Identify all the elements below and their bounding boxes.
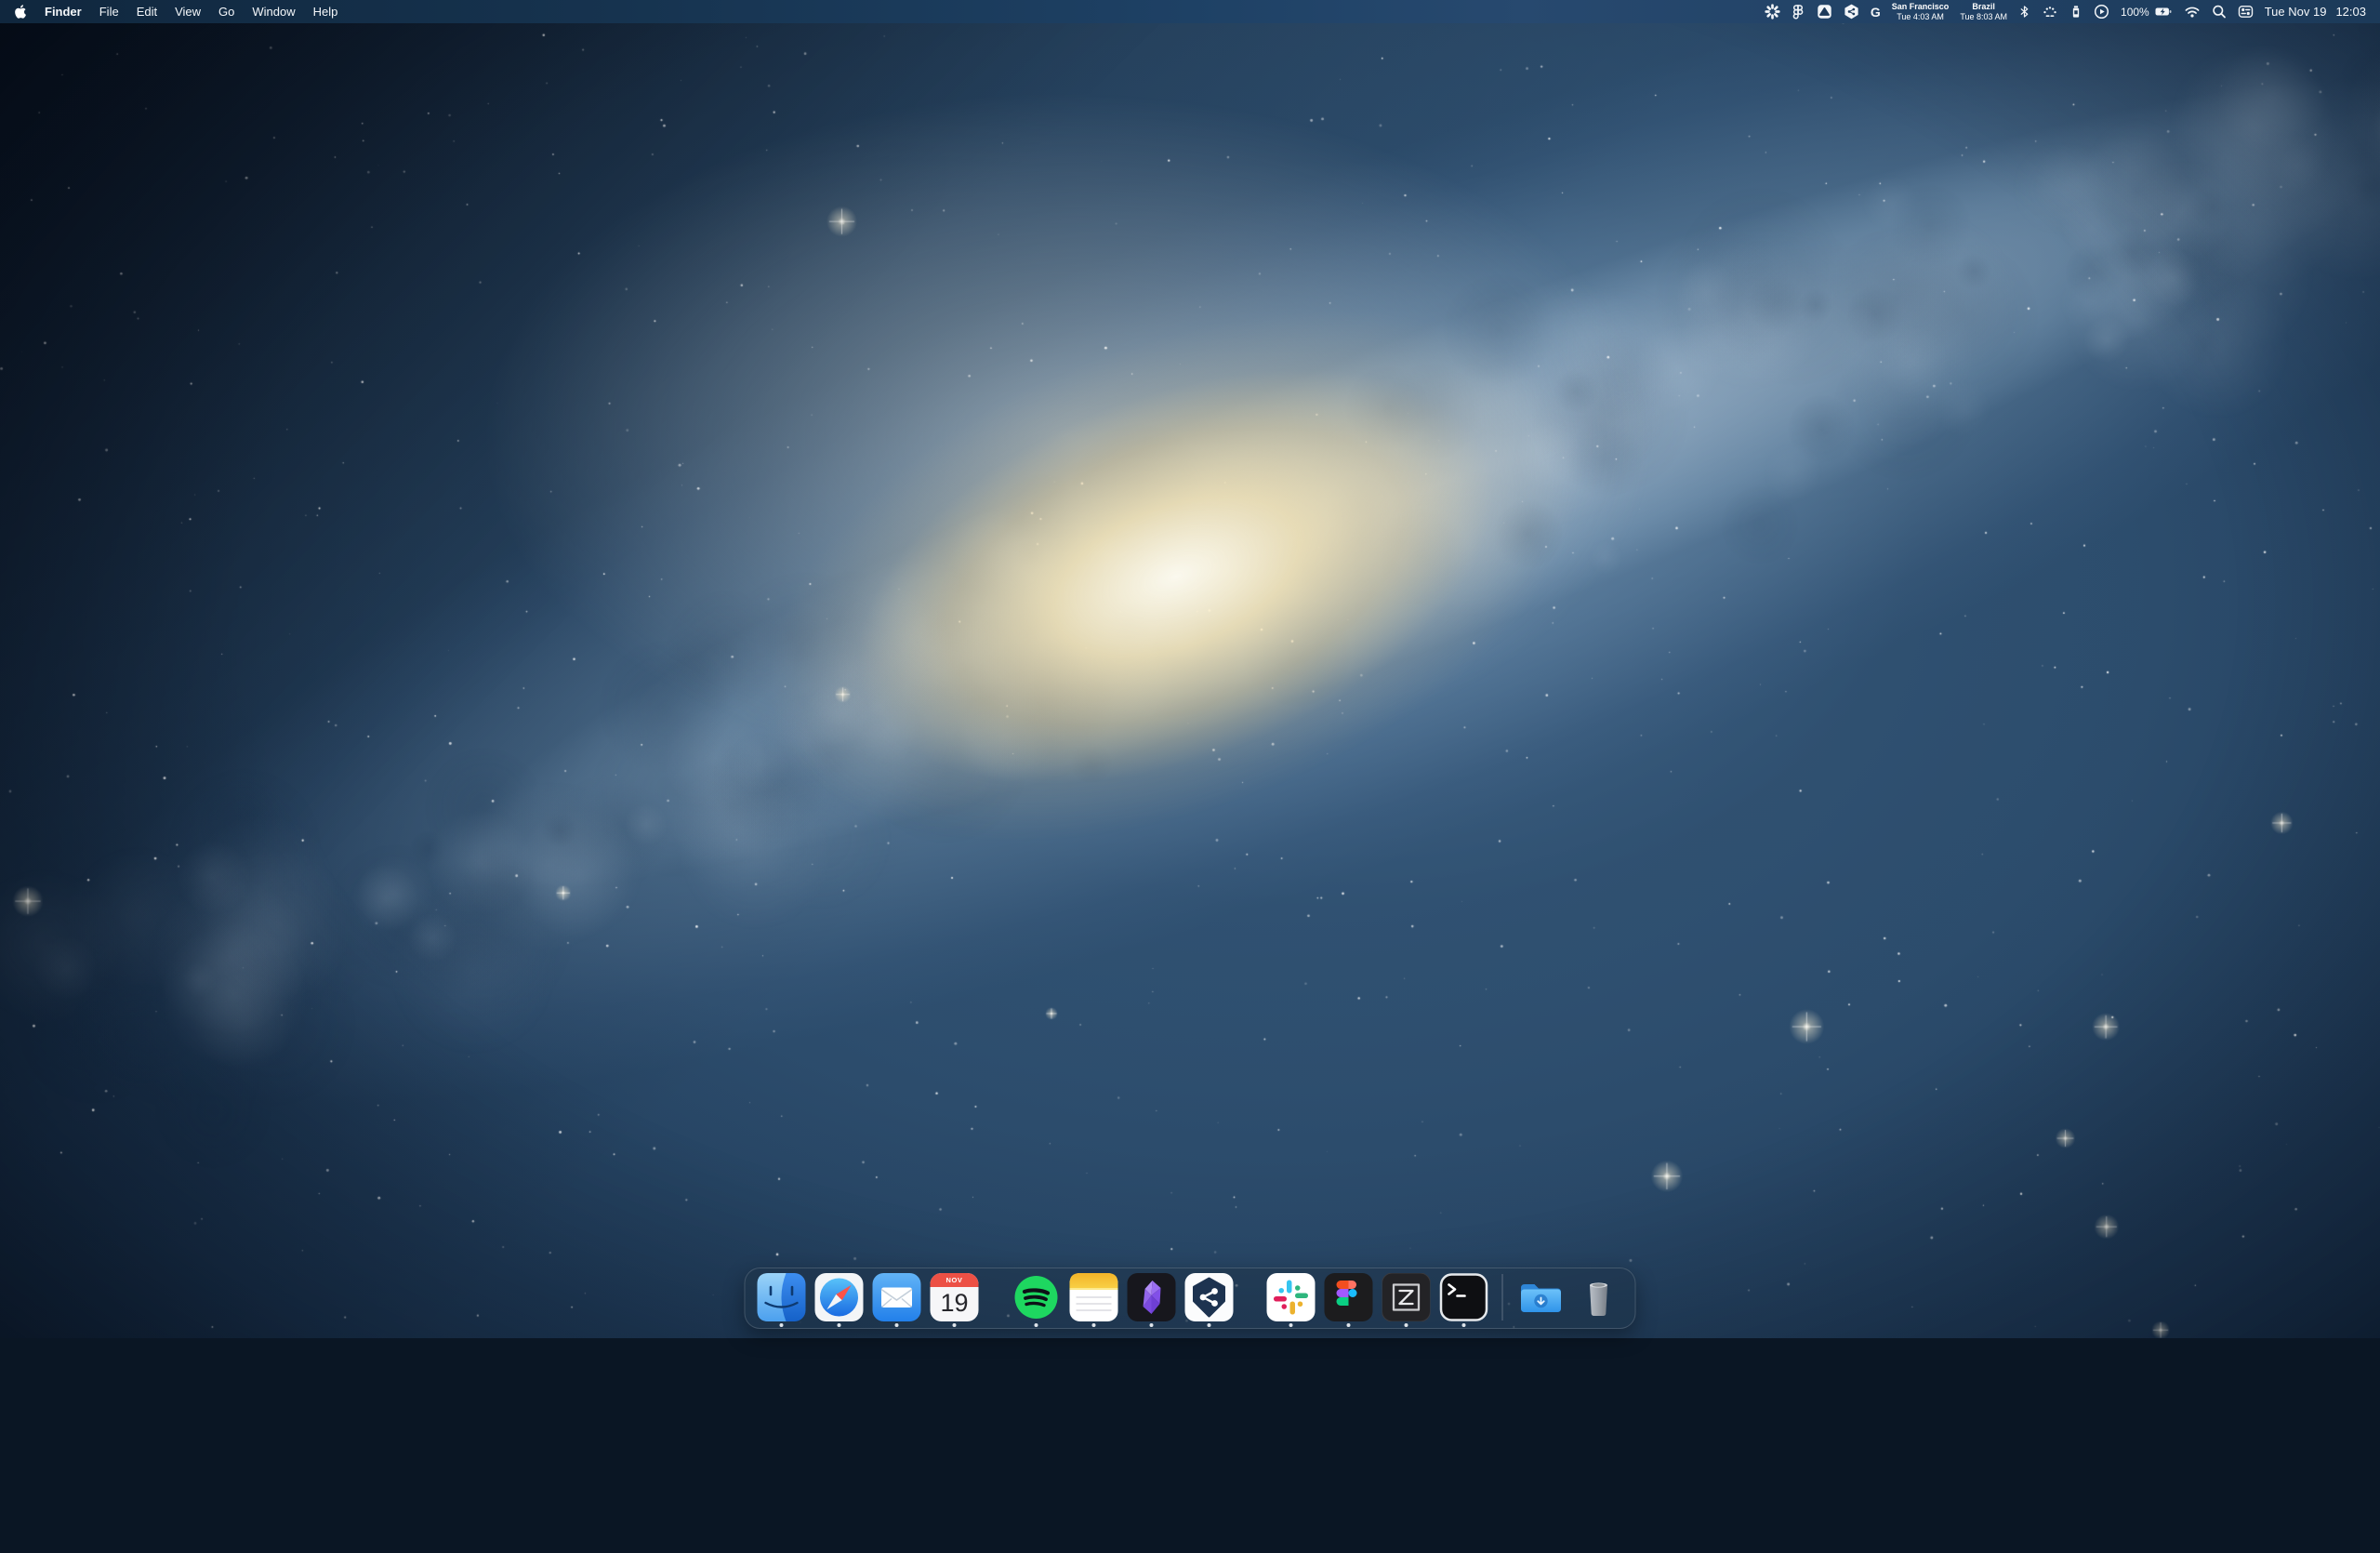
notes-icon (1070, 1273, 1118, 1321)
dock-spacer (1238, 1273, 1263, 1321)
triangle-app-status-item[interactable] (1817, 0, 1832, 23)
menu-item-edit[interactable]: Edit (137, 5, 157, 19)
safari-icon (815, 1273, 864, 1321)
calendar-icon: NOV 19 (931, 1273, 979, 1321)
running-indicator (1150, 1323, 1154, 1327)
wifi-icon (2184, 4, 2201, 20)
menu-bar-time: 12:03 (2335, 5, 2366, 19)
dock-background: NOV 19 (745, 1268, 1636, 1329)
bluetooth-icon (2018, 4, 2030, 20)
pill-bottle-status-item[interactable] (2069, 0, 2082, 23)
menu-bar-date: Tue Nov 19 (2265, 5, 2327, 19)
menu-item-file[interactable]: File (99, 5, 119, 19)
dock-spacer (984, 1273, 1008, 1321)
menu-item-go[interactable]: Go (218, 5, 234, 19)
g-icon: G (1871, 6, 1881, 19)
world-clock-san-francisco[interactable]: San Francisco Tue 4:03 AM (1892, 2, 1950, 20)
apple-icon (13, 4, 27, 20)
dock: NOV 19 (745, 1268, 1636, 1329)
dock-item-notes[interactable] (1070, 1273, 1118, 1327)
hexagon-share-app-icon (1185, 1273, 1234, 1321)
world-clock-time: Tue 8:03 AM (1960, 12, 2007, 21)
obsidian-icon (1128, 1273, 1176, 1321)
running-indicator (1289, 1323, 1293, 1327)
now-playing-icon (2094, 4, 2109, 20)
mail-icon (873, 1273, 921, 1321)
dock-item-hexagon-share-app[interactable] (1185, 1273, 1234, 1327)
dock-item-slack[interactable] (1267, 1273, 1316, 1327)
dock-item-downloads[interactable] (1517, 1273, 1566, 1327)
running-indicator (895, 1323, 899, 1327)
figma-icon (1325, 1273, 1373, 1321)
world-clock-brazil[interactable]: Brazil Tue 8:03 AM (1960, 2, 2007, 20)
starburst-icon (1765, 4, 1780, 20)
zed-icon (1382, 1273, 1431, 1321)
spotify-icon (1012, 1273, 1061, 1321)
running-indicator (953, 1323, 957, 1327)
spotlight-status-item[interactable] (2212, 0, 2227, 23)
running-indicator (780, 1323, 784, 1327)
running-indicator (1347, 1323, 1351, 1327)
dock-item-figma[interactable] (1325, 1273, 1373, 1327)
menu-bar-left: Finder File Edit View Go Window Help (13, 0, 337, 23)
dock-item-safari[interactable] (815, 1273, 864, 1327)
control-center-icon (2238, 4, 2254, 20)
menu-item-help[interactable]: Help (313, 5, 338, 19)
world-clock-city: San Francisco (1892, 2, 1950, 11)
running-indicator (1092, 1323, 1096, 1327)
menu-bar: Finder File Edit View Go Window Help (0, 0, 2380, 23)
running-indicator (1405, 1323, 1408, 1327)
hexagon-share-status-item[interactable] (1844, 0, 1859, 23)
battery-percent: 100% (2121, 6, 2149, 19)
menu-item-window[interactable]: Window (252, 5, 295, 19)
running-indicator (1035, 1323, 1038, 1327)
calendar-month: NOV (931, 1273, 979, 1287)
figma-status-item[interactable] (1792, 0, 1805, 23)
dock-item-terminal[interactable] (1440, 1273, 1488, 1327)
menu-item-finder[interactable]: Finder (45, 5, 82, 19)
menu-item-view[interactable]: View (175, 5, 201, 19)
dots-arc-status-item[interactable] (2042, 0, 2058, 23)
dock-item-mail[interactable] (873, 1273, 921, 1327)
now-playing-status-item[interactable] (2094, 0, 2109, 23)
dock-item-zed[interactable] (1382, 1273, 1431, 1327)
menu-bar-status: G San Francisco Tue 4:03 AM Brazil Tue 8… (1765, 0, 2366, 23)
world-clock-time: Tue 4:03 AM (1897, 12, 1944, 21)
hexagon-share-icon (1844, 4, 1859, 20)
menu-bar-clock[interactable]: Tue Nov 19 12:03 (2265, 5, 2366, 19)
wallpaper-vignette (0, 0, 2380, 1338)
triangle-app-icon (1817, 4, 1832, 20)
running-indicator (838, 1323, 841, 1327)
running-indicator (1462, 1323, 1466, 1327)
world-clock-city: Brazil (1972, 2, 1995, 11)
control-center-status-item[interactable] (2238, 0, 2254, 23)
terminal-icon (1440, 1273, 1488, 1321)
bluetooth-status-item[interactable] (2018, 0, 2030, 23)
running-indicator (1208, 1323, 1211, 1327)
dock-item-finder[interactable] (758, 1273, 806, 1327)
calendar-day: 19 (931, 1287, 979, 1321)
starburst-status-item[interactable] (1765, 0, 1780, 23)
wifi-status-item[interactable] (2184, 0, 2201, 23)
dock-separator (1502, 1274, 1503, 1321)
pill-bottle-icon (2069, 4, 2082, 20)
downloads-folder-icon (1517, 1273, 1566, 1321)
apple-menu[interactable] (13, 0, 27, 23)
trash-icon (1575, 1273, 1623, 1321)
battery-charging-icon (2154, 4, 2173, 20)
slack-icon (1267, 1273, 1316, 1321)
dock-item-spotify[interactable] (1012, 1273, 1061, 1327)
dots-arc-icon (2042, 4, 2058, 20)
dock-item-obsidian[interactable] (1128, 1273, 1176, 1327)
finder-icon (758, 1273, 806, 1321)
figma-icon (1792, 4, 1805, 20)
g-app-status-item[interactable]: G (1871, 0, 1881, 23)
battery-status-item[interactable]: 100% (2121, 4, 2173, 20)
dock-item-trash[interactable] (1575, 1273, 1623, 1327)
desktop-wallpaper (0, 0, 2380, 1338)
dock-item-calendar[interactable]: NOV 19 (931, 1273, 979, 1327)
search-icon (2212, 4, 2227, 20)
